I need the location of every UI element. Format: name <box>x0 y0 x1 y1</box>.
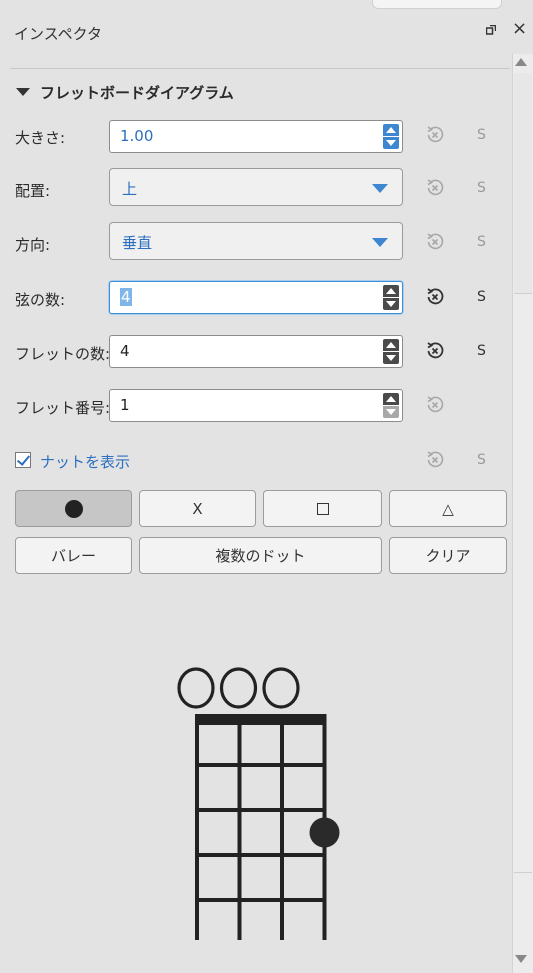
step-up-icon[interactable] <box>383 339 399 351</box>
size-label: 大きさ: <box>15 129 66 147</box>
nut-bar <box>195 714 327 725</box>
frets-value: 4 <box>120 342 130 360</box>
dot-button[interactable] <box>15 490 132 527</box>
clear-button[interactable]: クリア <box>389 537 507 574</box>
reset-icon[interactable] <box>425 125 445 145</box>
reset-icon[interactable] <box>425 395 445 415</box>
step-down-icon[interactable] <box>383 406 399 418</box>
style-button[interactable]: S <box>477 452 486 468</box>
divider <box>10 68 510 69</box>
triangle-button[interactable]: △ <box>389 490 507 527</box>
strings-value: 4 <box>120 288 132 306</box>
step-down-icon[interactable] <box>383 298 399 310</box>
size-value: 1.00 <box>120 127 154 145</box>
step-down-icon[interactable] <box>383 352 399 364</box>
fret-number-label: フレット番号: <box>15 399 111 417</box>
step-up-icon[interactable] <box>383 393 399 405</box>
clear-button-label: クリア <box>425 547 471 565</box>
section-header[interactable]: フレットボードダイアグラム <box>16 80 234 104</box>
size-spinbox[interactable]: 1.00 <box>109 120 403 153</box>
fret-number-value: 1 <box>120 396 130 414</box>
barre-button-label: バレー <box>50 547 96 565</box>
frets-label: フレットの数: <box>15 345 111 363</box>
placement-dropdown[interactable]: 上 <box>109 168 403 206</box>
size-stepper[interactable] <box>382 123 400 150</box>
placement-label: 配置: <box>15 182 51 200</box>
show-nut-checkbox[interactable] <box>15 452 31 468</box>
strings-spinbox[interactable]: 4 <box>109 281 403 314</box>
x-button-label: X <box>192 499 203 518</box>
fret-number-spinbox[interactable]: 1 <box>109 389 403 422</box>
open-string-marker <box>262 667 300 709</box>
scrollbar-thumb[interactable] <box>514 73 532 294</box>
fret-number-stepper[interactable] <box>382 392 400 419</box>
reset-icon[interactable] <box>425 232 445 252</box>
filled-circle-icon <box>64 499 83 518</box>
style-button[interactable]: S <box>477 234 486 250</box>
style-button[interactable]: S <box>477 127 486 143</box>
multiple-dots-button-label: 複数のドット <box>215 547 306 565</box>
strings-label: 弦の数: <box>15 291 66 309</box>
dropdown-caret-icon <box>372 238 388 247</box>
x-button[interactable]: X <box>139 490 256 527</box>
finger-dot <box>309 817 340 848</box>
frets-spinbox[interactable]: 4 <box>109 335 403 368</box>
reset-icon[interactable] <box>425 450 445 470</box>
placement-value: 上 <box>122 180 138 198</box>
step-up-icon[interactable] <box>383 124 399 136</box>
step-down-icon[interactable] <box>383 137 399 149</box>
orientation-dropdown[interactable]: 垂直 <box>109 222 403 260</box>
open-string-marker <box>219 667 258 709</box>
barre-button[interactable]: バレー <box>15 537 132 574</box>
dropdown-caret-icon <box>372 184 388 193</box>
collapse-triangle-icon[interactable] <box>16 88 30 96</box>
reset-icon[interactable] <box>425 341 445 361</box>
orientation-value: 垂直 <box>122 234 153 252</box>
scroll-up-arrow-icon[interactable] <box>515 58 527 66</box>
reset-icon[interactable] <box>425 287 445 307</box>
window-tab-fragment <box>372 0 502 9</box>
frets-stepper[interactable] <box>382 338 400 365</box>
section-title: フレットボードダイアグラム <box>40 83 234 102</box>
style-button[interactable]: S <box>477 289 486 305</box>
reset-icon[interactable] <box>425 178 445 198</box>
step-up-icon[interactable] <box>383 285 399 297</box>
style-button[interactable]: S <box>477 343 486 359</box>
fretboard-diagram[interactable] <box>0 650 533 970</box>
strings-stepper[interactable] <box>382 284 400 311</box>
panel-title: インスペクタ <box>14 25 103 43</box>
orientation-label: 方向: <box>15 236 51 254</box>
show-nut-label[interactable]: ナットを表示 <box>40 451 130 472</box>
multiple-dots-button[interactable]: 複数のドット <box>139 537 382 574</box>
close-icon[interactable]: × <box>512 18 527 39</box>
float-panel-icon[interactable] <box>486 25 496 35</box>
style-button[interactable]: S <box>477 180 486 196</box>
triangle-button-label: △ <box>442 499 454 518</box>
square-button[interactable] <box>263 490 382 527</box>
square-icon <box>316 502 329 515</box>
open-string-marker <box>177 667 215 709</box>
